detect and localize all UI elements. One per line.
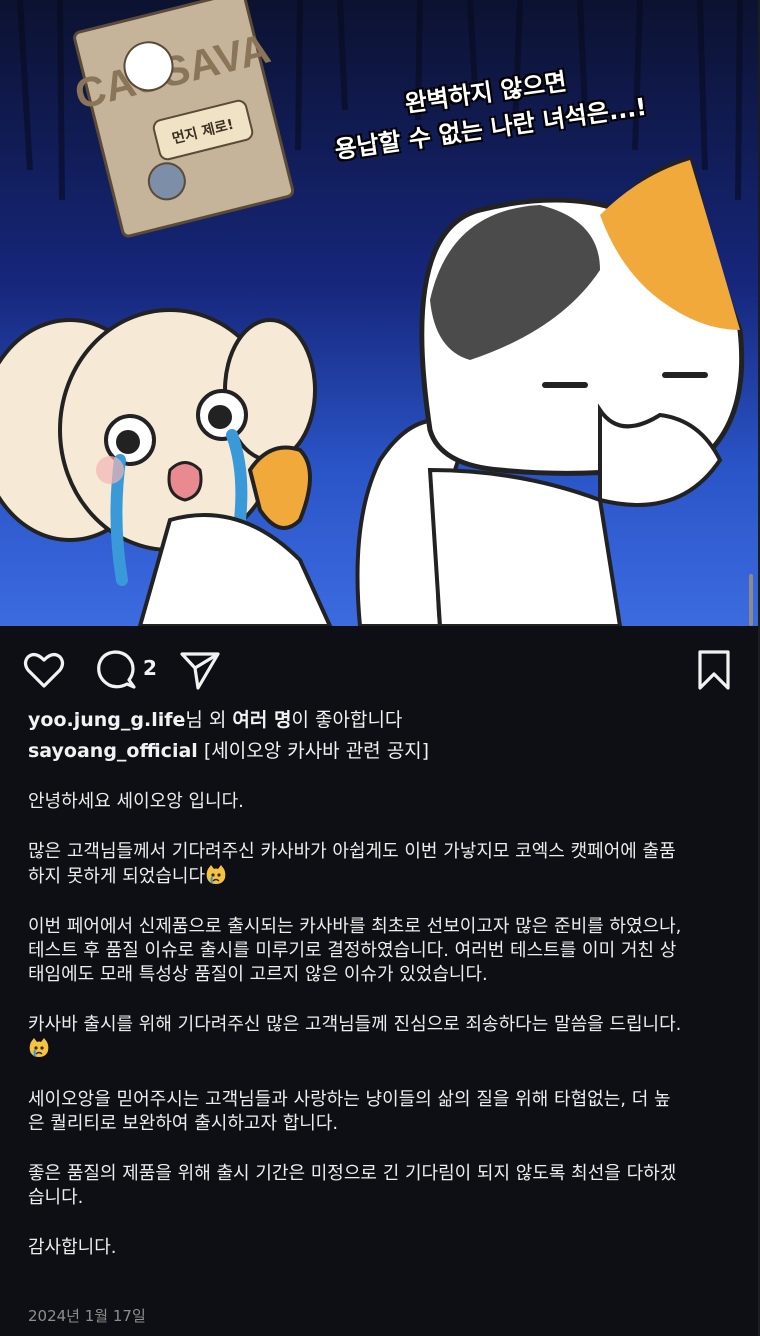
crying-cat-emoji (205, 864, 227, 886)
heart-icon[interactable] (22, 648, 66, 692)
caption-title: [세이오앙 카사바 관련 공지] (197, 740, 430, 762)
calico-cat (247, 157, 745, 626)
post-date: 2024년 1월 17일 (28, 1307, 146, 1325)
likes-text-end: 이 좋아합니다 (291, 709, 403, 731)
product-package: CASSAVA 먼지 제로! (70, 0, 295, 238)
share-icon[interactable] (178, 648, 222, 692)
caption-paragraph: 좋은 품질의 제품을 위해 출시 기간은 미정으로 긴 기다림이 되지 않도록 … (28, 1163, 677, 1208)
caption-paragraph: 많은 고객님들께서 기다려주신 카사바가 아쉽게도 이번 가낳지모 코엑스 캣페… (28, 841, 676, 887)
caption-header: sayoang_official [세이오앙 카사바 관련 공지] (28, 739, 429, 763)
caption-paragraph: 안녕하세요 세이오앙 입니다. (28, 791, 244, 812)
caption-paragraph: 이번 페어에서 신제품으로 출시되는 카사바를 최초로 선보이고자 많은 준비를… (28, 916, 682, 985)
scrollbar-thumb[interactable] (749, 574, 753, 626)
crying-cat-emoji (28, 1037, 50, 1059)
comment-icon[interactable] (94, 648, 138, 692)
bookmark-icon[interactable] (694, 648, 734, 692)
author-username[interactable]: sayoang_official (28, 740, 198, 762)
likes-text-mid: 님 외 (185, 709, 233, 731)
caption-body: 안녕하세요 세이오앙 입니다. 많은 고객님들께서 기다려주신 카사바가 아쉽게… (28, 790, 738, 1260)
liker-username[interactable]: yoo.jung_g.life (28, 709, 185, 731)
likes-summary[interactable]: yoo.jung_g.life님 외 여러 명이 좋아합니다 (28, 708, 402, 732)
caption-paragraph: 감사합니다. (28, 1237, 117, 1258)
caption-paragraph: 세이오앙을 믿어주시는 고객님들과 사랑하는 냥이들의 삶의 질을 위해 타협없… (28, 1089, 671, 1134)
comment-count: 2 (143, 656, 157, 680)
caption-paragraph: 카사바 출시를 위해 기다려주신 많은 고객님들께 진심으로 죄송하다는 말씀을… (28, 1013, 738, 1062)
post-image[interactable]: CASSAVA 먼지 제로! (0, 0, 758, 626)
post-action-bar: 2 (0, 634, 758, 704)
likes-others[interactable]: 여러 명 (232, 709, 291, 731)
instagram-post: CASSAVA 먼지 제로! (0, 0, 760, 1336)
